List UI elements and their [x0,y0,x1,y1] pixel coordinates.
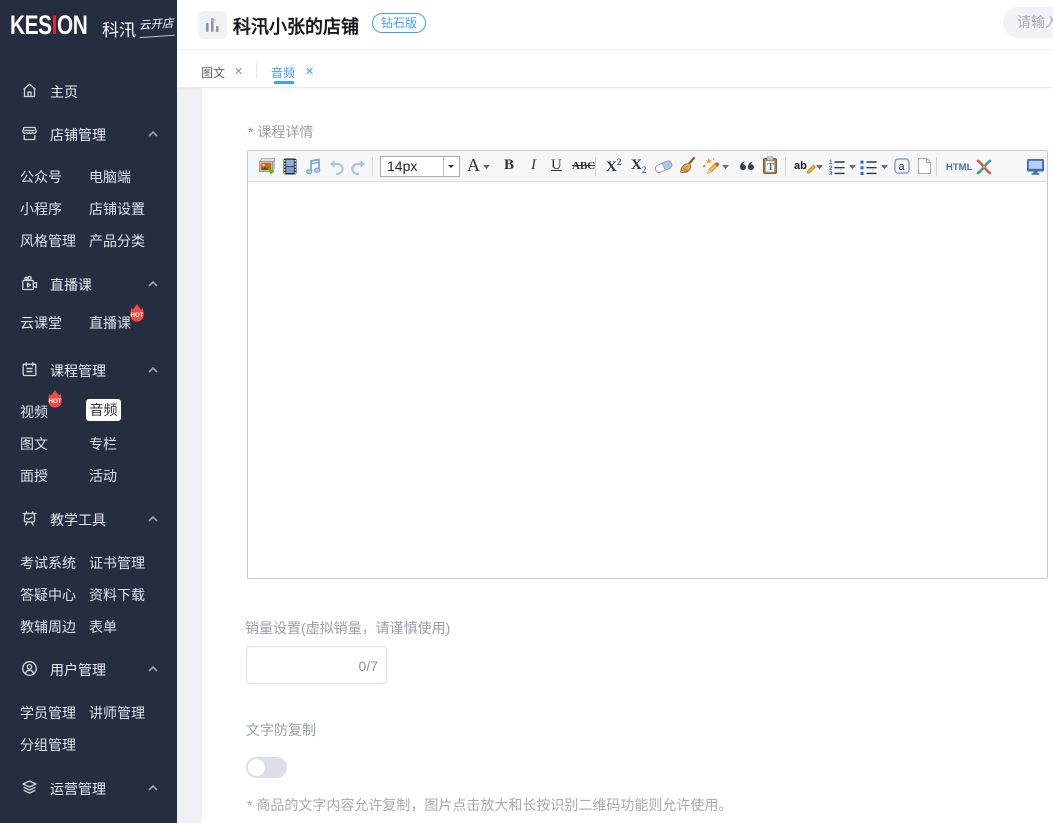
svg-text:3: 3 [829,172,833,176]
svg-text:HOT: HOT [131,313,144,319]
svg-text:T: T [767,162,774,173]
svg-text:HOT: HOT [49,399,62,405]
svg-text:ab: ab [794,160,807,172]
svg-text:a: a [899,161,906,173]
